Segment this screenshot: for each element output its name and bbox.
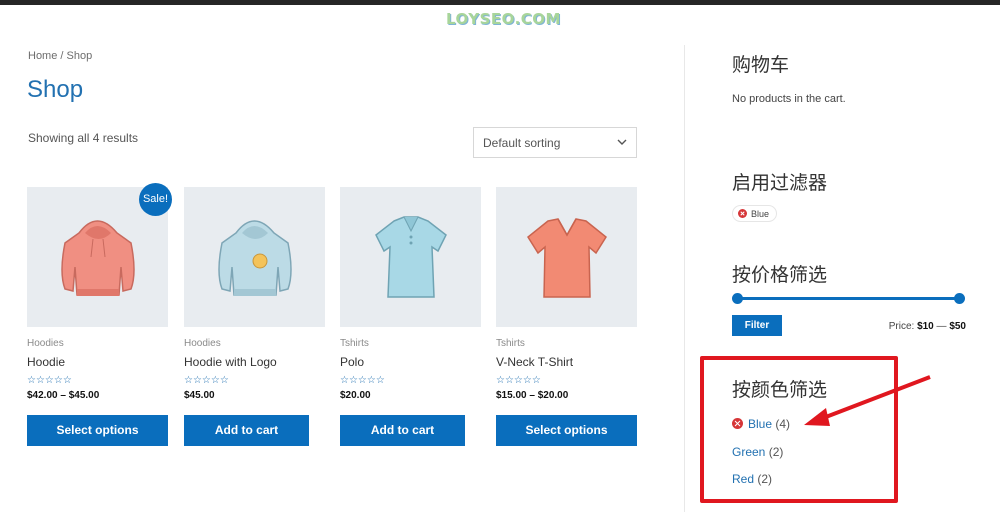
sorting-selected: Default sorting bbox=[483, 136, 561, 150]
product-card: Hoodies Hoodie ☆☆☆☆☆ $42.00 – $45.00 Sel… bbox=[27, 187, 168, 446]
color-filter-count: (2) bbox=[757, 472, 773, 486]
product-card: Tshirts V-Neck T-Shirt ☆☆☆☆☆ $15.00 – $2… bbox=[496, 187, 637, 446]
cart-empty-message: No products in the cart. bbox=[732, 93, 846, 105]
rating-stars: ☆☆☆☆☆ bbox=[184, 375, 229, 386]
select-options-button[interactable]: Select options bbox=[496, 415, 637, 446]
chevron-down-icon bbox=[617, 139, 627, 145]
product-name[interactable]: Hoodie bbox=[27, 355, 168, 369]
remove-filter-icon bbox=[738, 209, 747, 218]
v-neck-tshirt-image bbox=[527, 218, 607, 298]
color-filter-item-blue[interactable]: Blue (4) bbox=[732, 417, 790, 431]
product-name[interactable]: Polo bbox=[340, 355, 481, 369]
product-price: $20.00 bbox=[340, 390, 371, 401]
price-range-label: Price: $10 — $50 bbox=[889, 321, 966, 332]
product-price: $15.00 – $20.00 bbox=[496, 390, 569, 401]
price-label: Price: bbox=[888, 321, 915, 332]
product-image[interactable] bbox=[496, 187, 637, 327]
rating-stars: ☆☆☆☆☆ bbox=[496, 375, 541, 386]
product-price: $42.00 – $45.00 bbox=[27, 390, 100, 401]
color-filter-item-red[interactable]: Red (2) bbox=[732, 472, 772, 486]
add-to-cart-button[interactable]: Add to cart bbox=[184, 415, 309, 446]
product-category[interactable]: Hoodies bbox=[184, 338, 325, 349]
page-title: Shop bbox=[27, 76, 84, 103]
color-filter-item-green[interactable]: Green (2) bbox=[732, 445, 783, 459]
product-image[interactable] bbox=[340, 187, 481, 327]
color-filter-link[interactable]: Red bbox=[732, 472, 754, 486]
product-price: $45.00 bbox=[184, 390, 215, 401]
active-filter-chip[interactable]: Blue bbox=[732, 205, 778, 222]
price-min: $10 bbox=[917, 321, 934, 332]
price-slider-max-handle[interactable] bbox=[954, 293, 965, 304]
price-separator: — bbox=[936, 321, 947, 332]
product-category[interactable]: Hoodies bbox=[27, 338, 168, 349]
sidebar-divider bbox=[684, 45, 685, 512]
rating-stars: ☆☆☆☆☆ bbox=[340, 375, 385, 386]
rating-stars: ☆☆☆☆☆ bbox=[27, 375, 72, 386]
cart-widget-title: 购物车 bbox=[732, 54, 790, 76]
active-filters-title: 启用过滤器 bbox=[732, 172, 828, 194]
product-card: Hoodies Hoodie with Logo ☆☆☆☆☆ $45.00 Ad… bbox=[184, 187, 325, 446]
annotation-arrow-icon bbox=[804, 375, 931, 426]
product-category[interactable]: Tshirts bbox=[496, 338, 637, 349]
product-image[interactable] bbox=[184, 187, 325, 327]
add-to-cart-button[interactable]: Add to cart bbox=[340, 415, 465, 446]
product-category[interactable]: Tshirts bbox=[340, 338, 481, 349]
active-filter-label: Blue bbox=[751, 208, 770, 219]
price-slider-min-handle[interactable] bbox=[732, 293, 743, 304]
sorting-select[interactable]: Default sorting bbox=[473, 127, 637, 158]
top-bar bbox=[0, 0, 1000, 5]
result-count: Showing all 4 results bbox=[28, 131, 139, 145]
product-name[interactable]: V-Neck T-Shirt bbox=[496, 355, 637, 369]
price-slider-track[interactable] bbox=[737, 297, 960, 300]
price-max: $50 bbox=[949, 321, 966, 332]
product-name[interactable]: Hoodie with Logo bbox=[184, 355, 325, 369]
color-filter-link[interactable]: Blue bbox=[748, 417, 772, 431]
watermark: LOYSEO.COM bbox=[446, 10, 561, 28]
color-filter-count: (4) bbox=[775, 417, 791, 431]
product-card: Tshirts Polo ☆☆☆☆☆ $20.00 Add to cart bbox=[340, 187, 481, 446]
sale-badge: Sale! bbox=[139, 183, 172, 216]
remove-filter-icon bbox=[732, 418, 743, 429]
select-options-button[interactable]: Select options bbox=[27, 415, 168, 446]
polo-image bbox=[375, 216, 447, 298]
price-filter-title: 按价格筛选 bbox=[732, 264, 828, 286]
hoodie-with-logo-image bbox=[218, 220, 292, 296]
filter-button[interactable]: Filter bbox=[732, 315, 782, 336]
color-filter-count: (2) bbox=[768, 445, 784, 459]
breadcrumb[interactable]: Home / Shop bbox=[28, 50, 92, 62]
color-filter-link[interactable]: Green bbox=[732, 445, 765, 459]
